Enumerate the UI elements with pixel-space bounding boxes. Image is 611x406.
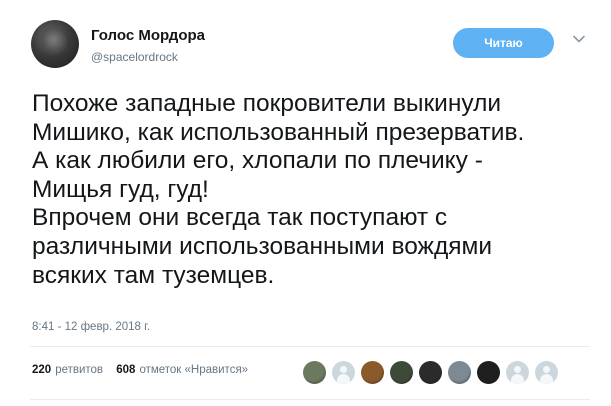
- like-label: отметок «Нравится»: [139, 364, 249, 376]
- tweet-text: Похоже западные покровители выкинули Миш…: [32, 90, 525, 289]
- chevron-down-icon[interactable]: [572, 32, 586, 46]
- follow-button[interactable]: Читаю: [453, 28, 554, 58]
- liker-avatars: [303, 361, 564, 387]
- like-count: 608: [116, 364, 136, 376]
- author-name[interactable]: Голос Мордора: [91, 27, 205, 44]
- liker-avatar[interactable]: [535, 361, 558, 384]
- tweet-stats: 220 ретвитов 608 отметок «Нравится»: [32, 364, 258, 384]
- retweet-count: 220: [32, 364, 52, 376]
- retweet-stat[interactable]: 220 ретвитов: [32, 364, 103, 376]
- divider: [30, 346, 590, 347]
- liker-avatar[interactable]: [477, 361, 500, 384]
- tweet-header: Голос Мордора @spacelordrock Читаю: [31, 20, 591, 70]
- liker-avatar[interactable]: [361, 361, 384, 384]
- like-stat[interactable]: 608 отметок «Нравится»: [116, 364, 248, 376]
- retweet-label: ретвитов: [55, 364, 104, 376]
- tweet-timestamp[interactable]: 8:41 - 12 февр. 2018 г.: [32, 321, 150, 333]
- liker-avatar[interactable]: [448, 361, 471, 384]
- liker-avatar[interactable]: [303, 361, 326, 384]
- liker-avatar[interactable]: [332, 361, 355, 384]
- divider: [30, 399, 590, 400]
- liker-avatar[interactable]: [390, 361, 413, 384]
- author-handle[interactable]: @spacelordrock: [91, 50, 178, 64]
- avatar[interactable]: [31, 20, 79, 68]
- liker-avatar[interactable]: [419, 361, 442, 384]
- liker-avatar[interactable]: [506, 361, 529, 384]
